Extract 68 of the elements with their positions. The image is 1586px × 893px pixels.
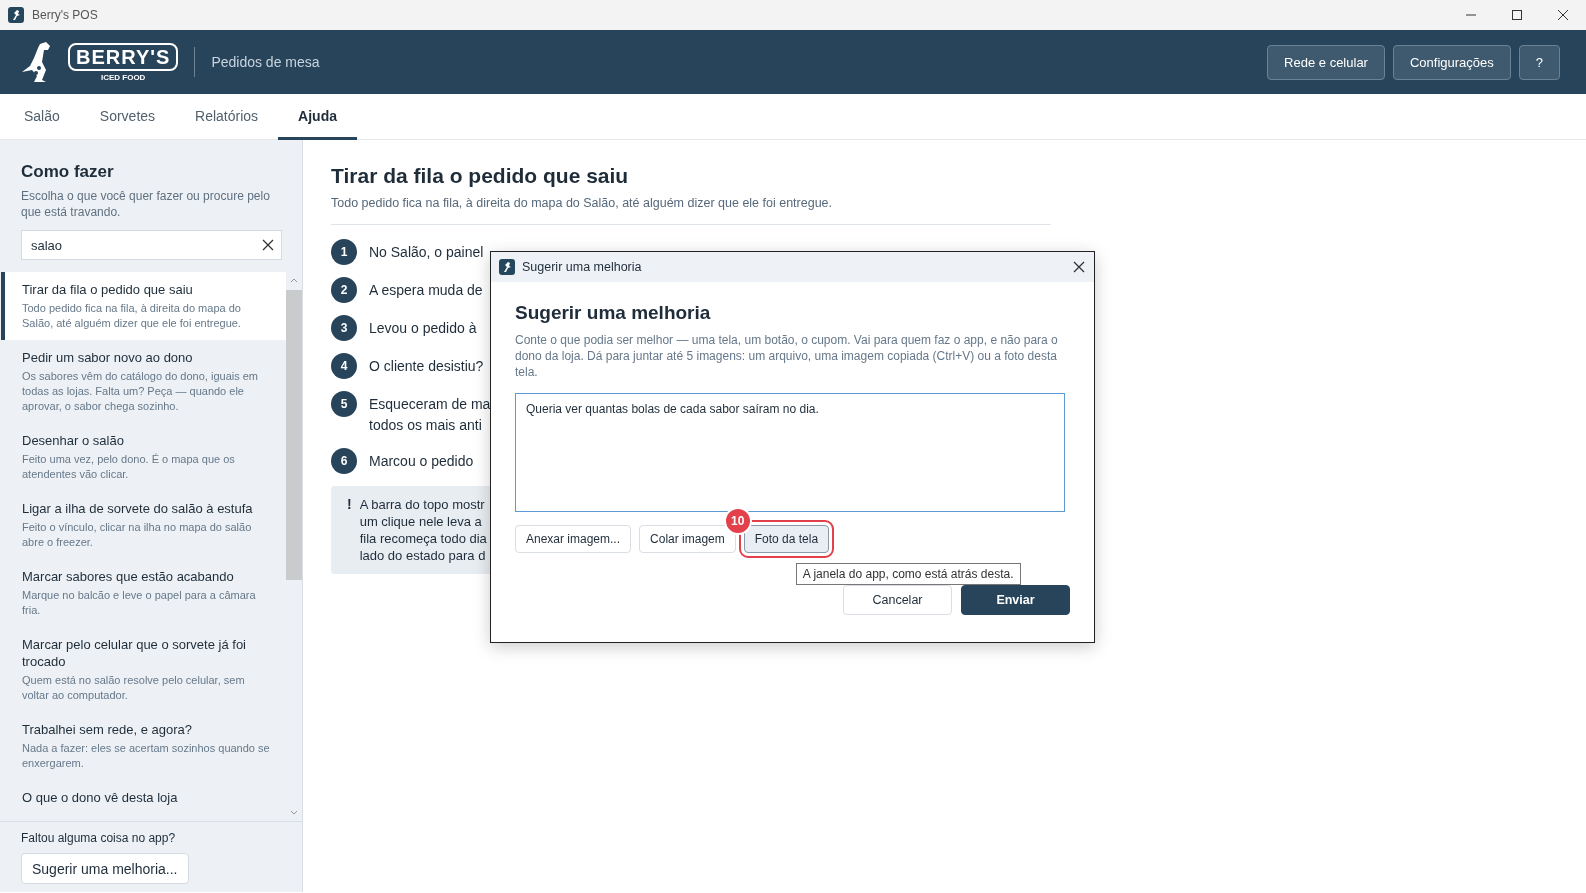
logo-wordmark: BERRY'S <box>68 42 179 71</box>
clear-icon[interactable] <box>261 238 275 252</box>
topic-description: Marque no balcão e leve o papel para a câmara fria. <box>22 588 257 618</box>
logo-tagline: ICED FOOD <box>100 72 146 82</box>
topic-title: Marcar pelo celular que o sorvete já foi trocado <box>22 636 247 670</box>
article-title: Tirar da fila o pedido que saiu <box>331 164 630 188</box>
attach-button[interactable]: Colar imagem <box>639 525 736 553</box>
step-text: Esqueceram de ma todos os mais anti <box>369 395 491 435</box>
tooltip: A janela do app, como está atrás desta. <box>795 563 1021 585</box>
step-text: Marcou o pedido <box>369 452 474 471</box>
article-subtitle: Todo pedido fica na fila, à direita do mapa do Salão, até alguém dizer que ele foi entregue. <box>331 196 834 210</box>
sidebar-description: Escolha o que você quer fazer ou procure pelo que está travando. <box>21 188 271 220</box>
dialog-description: Conte o que podia ser melhor — uma tela, um botão, o cupom. Vai para quem faz o app, e não para o dono da loja. Dá para juntar até 5 imagens: um arquivo, uma imagem copiada (Ctrl+V) ou a foto desta tela. <box>515 332 1059 380</box>
dialog-title: Sugerir uma melhoria <box>522 260 642 274</box>
topic-title: Ligar a ilha de sorvete do salão à estufa <box>22 500 254 517</box>
footer-prompt: Faltou alguma coisa no app? <box>21 831 177 845</box>
step-number: 5 <box>331 391 357 417</box>
send-button[interactable]: Enviar <box>961 585 1070 615</box>
topic-description: Feito o vínculo, clicar na ilha no mapa do salão abre o freezer. <box>22 520 253 550</box>
note-icon: ! <box>347 496 352 564</box>
topic-description: Os sabores vêm do catálogo do dono, iguais em todas as lojas. Falta um? Peça — quando ele aprovar, o sabor chega sozinho. <box>22 369 260 414</box>
help-topic[interactable]: Trabalhei sem rede, e agora? Nada a fazer: eles se acertam sozinhos quando se enxergarem. <box>1 712 286 780</box>
help-topic[interactable]: Marcar pelo celular que o sorvete já foi trocado Quem está no salão resolve pelo celular, sem voltar ao computador. <box>1 627 286 712</box>
cancel-button[interactable]: Cancelar <box>843 585 952 615</box>
step-text: A espera muda de <box>369 281 483 300</box>
header-button[interactable]: Configurações <box>1392 44 1511 80</box>
step-text: O cliente desistiu? <box>369 357 484 376</box>
tab[interactable]: Relatórios <box>175 94 279 140</box>
search-field[interactable]: salao <box>21 230 282 260</box>
message-field[interactable]: Queria ver quantas bolas de cada sabor saíram no dia. <box>515 393 1065 512</box>
topic-description: Feito uma vez, pelo dono. É o mapa que os atendentes vão clicar. <box>22 452 236 482</box>
dialog-heading: Sugerir uma melhoria <box>515 302 712 324</box>
suggest-button[interactable]: Sugerir uma melhoria... <box>21 853 189 884</box>
help-topic[interactable]: Tirar da fila o pedido que saiu Todo pedido fica na fila, à direita do mapa do Salão, até alguém dizer que ele foi entregue. <box>1 272 286 340</box>
step-number: 1 <box>331 239 357 265</box>
help-topic[interactable]: Desenhar o salão Feito uma vez, pelo dono. É o mapa que os atendentes vão clicar. <box>1 423 286 491</box>
topic-title: Desenhar o salão <box>22 432 125 449</box>
window-title: Berry's POS <box>32 8 98 22</box>
step-number: 2 <box>331 277 357 303</box>
attach-button[interactable]: Anexar imagem... <box>515 525 632 553</box>
step-text: Levou o pedido à <box>369 319 477 338</box>
app-icon <box>8 7 24 23</box>
step-number: 4 <box>331 353 357 379</box>
header-button[interactable]: ? <box>1518 44 1560 80</box>
note-text: A barra do topo mostr um clique nele leva a fila recomeça todo dia lado do estado para d <box>359 496 487 564</box>
help-topic[interactable]: Pedir um sabor novo ao dono Os sabores vêm do catálogo do dono, iguais em todas as lojas. Falta um? Peça — quando ele aprovar, o sabor chega sozinho. <box>1 340 286 423</box>
topic-title: Marcar sabores que estão acabando <box>22 568 235 585</box>
topic-description: Nada a fazer: eles se acertam sozinhos quando se enxergarem. <box>22 741 271 771</box>
dialog-close-icon[interactable] <box>1072 260 1086 274</box>
header-button[interactable]: Rede e celular <box>1267 44 1385 80</box>
topic-title: Trabalhei sem rede, e agora? <box>22 721 194 738</box>
help-topic[interactable]: O que o dono vê desta loja <box>1 780 286 815</box>
topic-title: Pedir um sabor novo ao dono <box>22 349 194 366</box>
topic-title: O que o dono vê desta loja <box>22 789 179 806</box>
sidebar-title: Como fazer <box>21 162 115 182</box>
dialog-app-icon <box>499 259 515 275</box>
help-topic[interactable]: Ligar a ilha de sorvete do salão à estufa Feito o vínculo, clicar na ilha no mapa do salão abre o freezer. <box>1 491 286 559</box>
step-number: 6 <box>331 448 357 474</box>
help-topic[interactable]: Marcar sabores que estão acabando Marque no balcão e leve o papel para a câmara fria. <box>1 559 286 627</box>
topic-description: Quem está no salão resolve pelo celular, sem voltar ao computador. <box>22 673 246 703</box>
scrollbar-thumb[interactable] <box>286 290 302 580</box>
step-number: 3 <box>331 315 357 341</box>
topic-description: Todo pedido fica na fila, à direita do mapa do Salão, até alguém dizer que ele foi entregue. <box>22 301 242 331</box>
step-text: No Salão, o painel <box>369 243 484 262</box>
tab[interactable]: Sorvetes <box>79 94 176 140</box>
section-title: Pedidos de mesa <box>211 54 320 70</box>
tab[interactable]: Salão <box>4 94 80 140</box>
topic-title: Tirar da fila o pedido que saiu <box>22 281 194 298</box>
